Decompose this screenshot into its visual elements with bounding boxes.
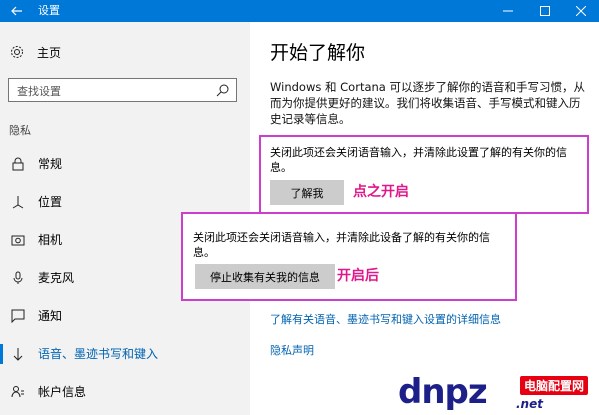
home-label: 主页 (37, 45, 62, 60)
pen-icon (10, 346, 26, 362)
annotation-click-enable: 点之开启 (353, 184, 409, 200)
camera-icon (10, 232, 26, 248)
learn-me-button[interactable]: 了解我 (270, 180, 344, 205)
highlight-box-before: 关闭此项还会关闭语音输入，并清除此设置了解的有关你的信息。 了解我 点之开启 (259, 135, 589, 214)
page-title: 开始了解你 (270, 42, 366, 64)
minimize-button[interactable] (490, 0, 526, 22)
search-icon (216, 84, 229, 97)
active-indicator (0, 344, 3, 364)
search-input[interactable]: 查找设置 (8, 78, 237, 102)
back-button[interactable] (0, 0, 33, 22)
sidebar-item-location[interactable]: 位置 (0, 190, 250, 214)
annotation-after-enable: 开启后 (337, 268, 379, 284)
title-bar: 设置 (0, 0, 599, 22)
minimize-icon (503, 10, 513, 12)
sidebar-item-label: 通知 (38, 309, 63, 323)
sidebar-item-account-info[interactable]: 帐户信息 (0, 380, 250, 404)
sidebar-item-label: 位置 (38, 195, 63, 209)
notification-icon (10, 308, 26, 324)
stop-collecting-button[interactable]: 停止收集有关我的信息 (195, 264, 335, 289)
page-description: Windows 和 Cortana 可以逐步了解你的语音和手写习惯，从而为你提供… (270, 80, 585, 126)
search-placeholder: 查找设置 (17, 85, 61, 98)
box2-text: 关闭此项还会关闭语音输入，并清除此设备了解的有关你的信息。 (193, 231, 490, 259)
location-icon (10, 194, 26, 210)
sidebar-item-label: 相机 (38, 233, 63, 247)
sidebar-item-label: 麦克风 (38, 271, 75, 285)
learn-more-link[interactable]: 了解有关语音、墨迹书写和键入设置的详细信息 (270, 312, 501, 327)
back-arrow-icon (10, 6, 22, 16)
watermark: dnpz 电脑配置网 .net (398, 372, 599, 415)
window-title: 设置 (38, 4, 60, 17)
highlight-box-after: 关闭此项还会关闭语音输入，并清除此设备了解的有关你的信息。 停止收集有关我的信息… (181, 212, 517, 301)
account-info-icon (10, 384, 26, 400)
maximize-button[interactable] (527, 0, 563, 22)
close-button[interactable] (563, 0, 599, 22)
lock-icon (10, 156, 26, 172)
watermark-badge: 电脑配置网 (520, 376, 589, 395)
maximize-icon (540, 6, 550, 16)
sidebar-item-speech-inking-typing[interactable]: 语音、墨迹书写和键入 (0, 342, 250, 366)
watermark-url: .net (516, 397, 543, 411)
section-title: 隐私 (9, 124, 31, 137)
sidebar-item-label: 语音、墨迹书写和键入 (38, 347, 159, 361)
sidebar-item-label: 常规 (38, 157, 63, 171)
gear-icon (11, 46, 23, 58)
sidebar-home[interactable]: 主页 (10, 42, 61, 62)
sidebar-item-general[interactable]: 常规 (0, 152, 250, 176)
close-icon (576, 6, 586, 16)
privacy-statement-link[interactable]: 隐私声明 (270, 343, 314, 358)
box1-text: 关闭此项还会关闭语音输入，并清除此设置了解的有关你的信息。 (270, 146, 567, 174)
watermark-logo: dnpz (398, 372, 488, 412)
sidebar-item-label: 帐户信息 (38, 385, 87, 399)
sidebar-item-notifications[interactable]: 通知 (0, 304, 250, 328)
microphone-icon (10, 270, 26, 286)
